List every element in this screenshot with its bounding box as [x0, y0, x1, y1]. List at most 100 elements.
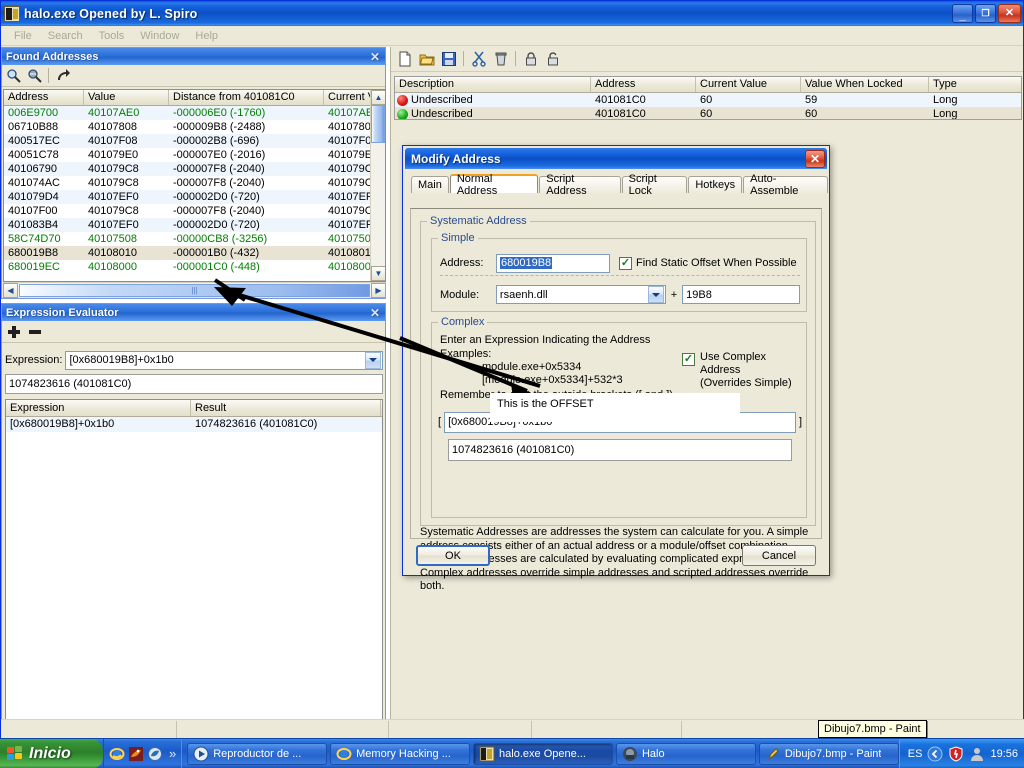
table-row[interactable]: 401083B4 40107EF0 -000002D0 (-720) 40107EF0	[4, 218, 385, 232]
tab-hotkeys[interactable]: Hotkeys	[688, 176, 743, 193]
task-button-paint[interactable]: Dibujo7.bmp - Paint	[758, 742, 899, 765]
task-button-memory-hacking[interactable]: Memory Hacking ...	[330, 742, 471, 765]
user-icon[interactable]	[969, 746, 985, 762]
found-addresses-hscrollbar[interactable]: ◀ ||| ▶	[3, 282, 386, 298]
column-header-address[interactable]: Address	[4, 90, 84, 105]
minimize-button[interactable]: _	[952, 4, 973, 23]
table-row[interactable]: 58C74D70 40107508 -00000CB8 (-3256) 4010750…	[4, 232, 385, 246]
add-expression-icon[interactable]	[4, 322, 24, 341]
table-row[interactable]: 40051C78 401079E0 -000007E0 (-2016) 401079E…	[4, 148, 385, 162]
tray-clock[interactable]: 19:56	[990, 748, 1018, 760]
search-next-icon[interactable]	[25, 66, 45, 85]
column-header-value-when-locked[interactable]: Value When Locked	[801, 77, 929, 92]
column-header-expression[interactable]: Expression	[6, 400, 191, 416]
menu-item-window[interactable]: Window	[133, 28, 186, 44]
menu-item-tools[interactable]: Tools	[92, 28, 132, 44]
table-row[interactable]: 40107F00 401079C8 -000007F8 (-2040) 401079C…	[4, 204, 385, 218]
antivirus-icon[interactable]	[948, 745, 964, 762]
column-header-address[interactable]: Address	[591, 77, 696, 92]
table-row[interactable]: 400517EC 40107F08 -000002B8 (-696) 40107F08	[4, 134, 385, 148]
quicklaunch-more-icon[interactable]: »	[169, 746, 176, 761]
lock-icon[interactable]	[521, 50, 541, 69]
chevron-down-icon[interactable]	[365, 351, 381, 369]
address-input[interactable]: 680019B8	[496, 253, 610, 273]
hscroll-thumb[interactable]: |||	[19, 283, 370, 297]
menu-item-file[interactable]: File	[7, 28, 39, 44]
found-addresses-vscrollbar[interactable]: ▲ ▼	[370, 90, 385, 281]
status-indicator-unlocked-icon[interactable]	[397, 94, 408, 106]
delete-icon[interactable]	[491, 50, 511, 69]
checkbox-box[interactable]: ✓	[619, 256, 632, 270]
found-addresses-grid: Address Value Distance from 401081C0 Cur…	[3, 89, 386, 282]
goto-icon[interactable]	[53, 66, 73, 85]
table-row[interactable]: 06710B88 40107808 -000009B8 (-2488) 4010780…	[4, 120, 385, 134]
outlook-icon[interactable]	[147, 746, 163, 762]
found-addresses-close-icon[interactable]: ✕	[368, 50, 382, 64]
systematic-address-group: Systematic Address Simple Address: 68001…	[420, 215, 816, 526]
column-header-type[interactable]: Type	[929, 77, 1021, 92]
tray-language-indicator[interactable]: ES	[908, 748, 923, 760]
ie-icon	[336, 747, 352, 760]
table-row[interactable]: 680019B8 40108010 -000001B0 (-432) 40108010	[4, 246, 385, 260]
paint-icon	[767, 747, 779, 760]
open-icon[interactable]	[417, 50, 437, 69]
table-row[interactable]: 401079D4 40107EF0 -000002D0 (-720) 40107EF0	[4, 190, 385, 204]
search-icon[interactable]	[4, 66, 24, 85]
save-icon[interactable]	[439, 50, 459, 69]
tab-main[interactable]: Main	[411, 176, 449, 193]
close-button[interactable]: ✕	[998, 4, 1021, 23]
menu-item-search[interactable]: Search	[41, 28, 90, 44]
column-header-description[interactable]: Description	[395, 77, 591, 92]
tab-script-address[interactable]: Script Address	[539, 173, 621, 197]
table-row[interactable]: Undescribed 401081C0 60 59 Long	[395, 93, 1021, 107]
table-row[interactable]: 401074AC 401079C8 -000007F8 (-2040) 401079C…	[4, 176, 385, 190]
cell-current-value: 60	[700, 108, 713, 120]
start-button[interactable]: Inicio	[0, 738, 103, 768]
task-label: Memory Hacking ...	[356, 747, 451, 760]
ie-icon[interactable]	[109, 746, 125, 762]
expression-evaluator-close-icon[interactable]: ✕	[368, 306, 382, 320]
task-button-media-player[interactable]: Reproductor de ...	[187, 742, 328, 765]
table-row[interactable]: 006E9700 40107AE0 -000006E0 (-1760) 40107AE…	[4, 106, 385, 120]
expression-input[interactable]: [0x680019B8]+0x1b0	[65, 350, 383, 370]
tab-auto-assemble[interactable]: Auto-Assemble	[743, 173, 828, 197]
show-hidden-icon[interactable]	[927, 746, 943, 762]
task-button-halo[interactable]: Halo	[615, 742, 756, 765]
cut-icon[interactable]	[469, 50, 489, 69]
ok-button[interactable]: OK	[416, 545, 490, 566]
scroll-down-icon[interactable]: ▼	[371, 266, 385, 281]
scroll-up-icon[interactable]: ▲	[371, 90, 385, 105]
cancel-button[interactable]: Cancel	[742, 545, 816, 566]
cell-address: 401081C0	[595, 94, 646, 106]
chevron-down-icon[interactable]	[647, 286, 664, 303]
menu-item-help[interactable]: Help	[188, 28, 225, 44]
task-button-halo-exe[interactable]: halo.exe Opene...	[473, 742, 613, 765]
module-offset-input[interactable]: 19B8	[682, 285, 800, 304]
column-header-distance[interactable]: Distance from 401081C0	[169, 90, 324, 105]
remove-expression-icon[interactable]	[25, 322, 45, 341]
restore-button[interactable]: ❐	[975, 4, 996, 23]
tab-script-lock[interactable]: Script Lock	[621, 173, 688, 197]
simple-group-divider	[440, 275, 800, 276]
column-header-value[interactable]: Value	[84, 90, 169, 105]
find-static-offset-checkbox[interactable]: ✓ Find Static Offset When Possible	[619, 256, 797, 270]
unlock-icon[interactable]	[543, 50, 563, 69]
new-icon[interactable]	[395, 50, 415, 69]
dialog-close-button[interactable]: ✕	[805, 149, 825, 168]
cell-type: Long	[933, 94, 958, 106]
use-complex-address-checkbox[interactable]: ✓ Use Complex Address (Overrides Simple)	[682, 351, 806, 390]
table-row[interactable]: 40106790 401079C8 -000007F8 (-2040) 401079C…	[4, 162, 385, 176]
firefox-icon[interactable]	[128, 746, 144, 762]
column-header-result[interactable]: Result	[191, 400, 381, 416]
list-item[interactable]: [0x680019B8]+0x1b0 1074823616 (401081C0)	[6, 417, 382, 432]
hscroll-left-icon[interactable]: ◀	[3, 282, 18, 298]
table-row[interactable]: 680019EC 40108000 -000001C0 (-448) 40108000	[4, 260, 385, 274]
tab-normal-address[interactable]: Normal Address	[449, 173, 539, 197]
checkbox-box[interactable]: ✓	[682, 353, 695, 366]
module-select[interactable]: rsaenh.dll	[495, 285, 666, 304]
table-row[interactable]: Undescribed 401081C0 60 60 Long	[395, 107, 1021, 120]
hscroll-right-icon[interactable]: ▶	[371, 282, 386, 298]
status-indicator-locked-icon[interactable]	[397, 108, 408, 119]
vscroll-thumb[interactable]	[371, 105, 385, 143]
column-header-current-value[interactable]: Current Value	[696, 77, 801, 92]
